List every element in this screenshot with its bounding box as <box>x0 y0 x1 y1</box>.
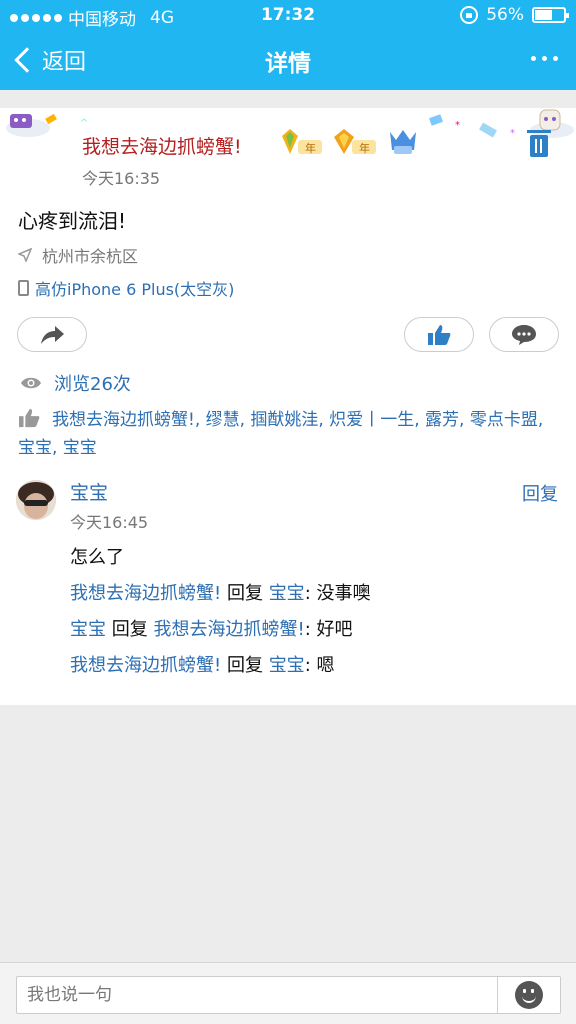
svg-text:*: * <box>455 120 460 131</box>
share-arrow-icon <box>41 325 64 344</box>
device-label: 高仿iPhone 6 Plus(太空灰) <box>35 280 235 299</box>
post-card: ^ * * 我想去海边抓螃蟹! 年 年 今天16:35 心疼到流泪! 杭州市余杭… <box>0 108 576 705</box>
badge-year-label: 年 <box>305 142 316 155</box>
reply-to[interactable]: 我想去海边抓螃蟹! <box>153 619 304 640</box>
reply-text: 嗯 <box>316 655 335 676</box>
emoji-icon[interactable] <box>515 981 543 1009</box>
post-location: 杭州市余杭区 <box>18 243 138 267</box>
post-author-name[interactable]: 我想去海边抓螃蟹! <box>82 132 242 159</box>
page-title: 详情 <box>265 51 311 77</box>
reply-to[interactable]: 宝宝 <box>269 583 305 604</box>
avatar[interactable] <box>16 480 56 520</box>
top-bar: 中国移动 4G 17:32 56% 返回 详情 <box>0 0 576 90</box>
eye-icon <box>21 377 41 389</box>
more-dot-icon <box>542 56 547 61</box>
more-dot-icon <box>553 56 558 61</box>
comment-time: 今天16:45 <box>70 513 149 532</box>
liker-list: 我想去海边抓螃蟹!, 缪慧, 掴猷姚洼, 炽爱丨一生, 露芳, 零点卡盟, 宝宝… <box>18 406 558 462</box>
comment-input[interactable] <box>16 976 561 1014</box>
reply-separator: : <box>304 619 317 640</box>
svg-text:*: * <box>510 128 515 139</box>
reply-from[interactable]: 我想去海边抓螃蟹! <box>70 655 221 676</box>
gold-diamond-badge-icon: 年 <box>332 126 378 158</box>
reply-verb: 回复 <box>111 619 148 640</box>
yellow-diamond-badge-icon: 年 <box>278 126 324 158</box>
reply-to[interactable]: 宝宝 <box>269 655 305 676</box>
reply-text: 好吧 <box>316 619 353 640</box>
status-bar: 中国移动 4G 17:32 56% <box>0 0 576 30</box>
comment-button[interactable] <box>489 317 559 352</box>
like-button[interactable] <box>404 317 474 352</box>
view-count: 浏览26次 <box>20 370 131 396</box>
svg-text:^: ^ <box>80 118 88 129</box>
reply-from[interactable]: 我想去海边抓螃蟹! <box>70 583 221 604</box>
battery-fill <box>535 10 552 20</box>
reply-text: 没事噢 <box>316 583 371 604</box>
reply-verb: 回复 <box>226 583 263 604</box>
more-dot-icon <box>531 56 536 61</box>
reply-separator: : <box>304 655 317 676</box>
blue-crown-badge-icon <box>386 126 432 158</box>
more-options-button[interactable] <box>531 56 558 61</box>
location-arrow-icon <box>18 248 32 262</box>
comment-author-name[interactable]: 宝宝 <box>70 478 108 505</box>
badge-year-label: 年 <box>359 142 370 155</box>
vip-badges: 年 年 <box>278 126 432 158</box>
battery-percent: 56% <box>486 5 524 25</box>
post-content: 心疼到流泪! <box>18 209 127 233</box>
battery-icon <box>532 7 569 23</box>
location-label: 杭州市余杭区 <box>42 247 139 266</box>
thumbs-up-icon <box>428 324 451 345</box>
phone-icon <box>18 280 29 296</box>
nav-bar: 返回 详情 <box>0 30 576 90</box>
divider <box>497 977 498 1013</box>
reply-item[interactable]: 宝宝 回复 我想去海边抓螃蟹!: 好吧 <box>70 615 352 641</box>
liker-names[interactable]: 我想去海边抓螃蟹!, 缪慧, 掴猷姚洼, 炽爱丨一生, 露芳, 零点卡盟, 宝宝… <box>18 410 543 458</box>
reply-verb: 回复 <box>226 655 263 676</box>
share-button[interactable] <box>17 317 87 352</box>
reply-from[interactable]: 宝宝 <box>70 619 106 640</box>
status-right: 56% <box>460 5 569 25</box>
speech-bubble-icon <box>512 324 536 345</box>
rotation-lock-icon <box>460 6 479 24</box>
comment-input-bar <box>0 962 576 1024</box>
post-device: 高仿iPhone 6 Plus(太空灰) <box>18 276 234 300</box>
thumbs-up-icon <box>19 408 40 428</box>
reply-item[interactable]: 我想去海边抓螃蟹! 回复 宝宝: 嗯 <box>70 651 334 677</box>
delete-icon[interactable] <box>527 130 551 157</box>
reply-button[interactable]: 回复 <box>522 480 558 506</box>
post-time: 今天16:35 <box>82 169 161 188</box>
comment-text: 怎么了 <box>70 547 124 568</box>
reply-separator: : <box>304 583 317 604</box>
reply-item[interactable]: 我想去海边抓螃蟹! 回复 宝宝: 没事噢 <box>70 579 370 605</box>
view-count-label: 浏览26次 <box>54 374 131 395</box>
